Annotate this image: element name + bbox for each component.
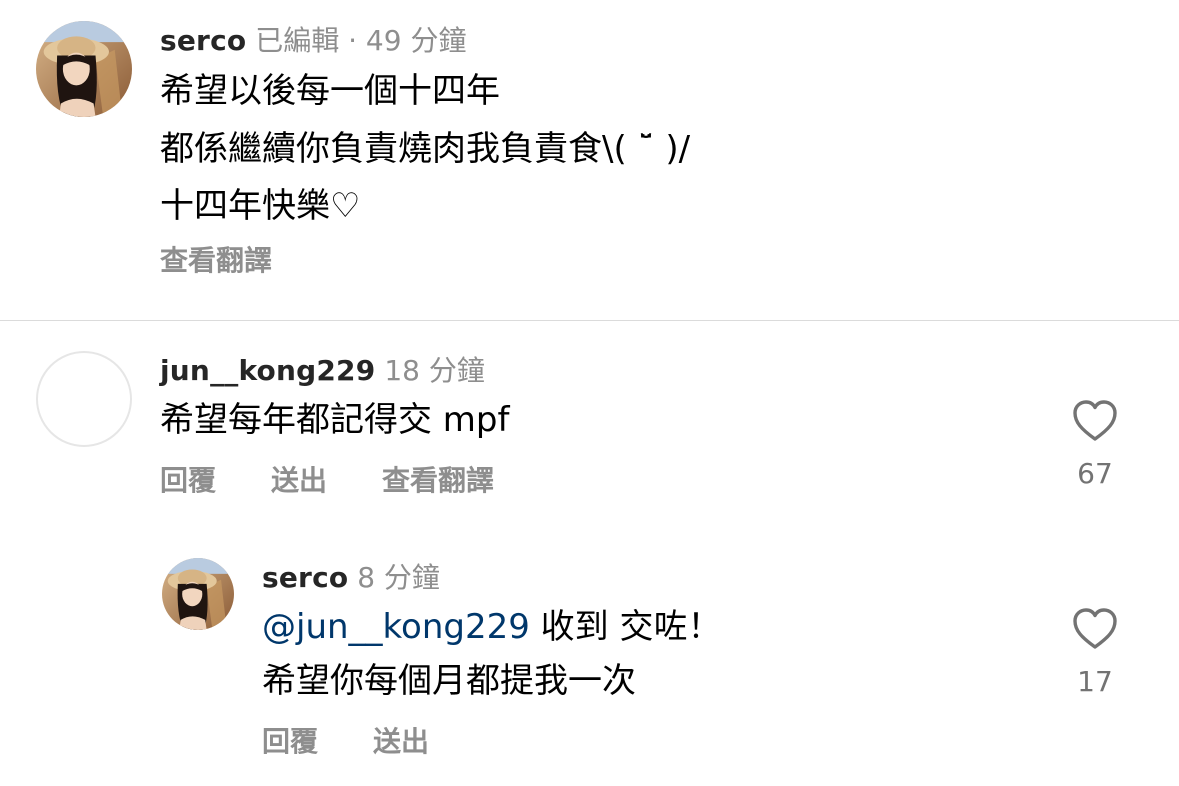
reply-username[interactable]: serco — [262, 561, 348, 594]
see-translation-button[interactable]: 查看翻譯 — [160, 244, 272, 278]
comment-username[interactable]: serco — [160, 24, 246, 57]
like-button[interactable] — [1069, 397, 1121, 445]
send-button[interactable]: 送出 — [373, 725, 429, 759]
comment-meta: 18 分鐘 — [384, 354, 485, 387]
avatar-jun-kong229[interactable] — [36, 351, 132, 447]
comment-text-line: 都係繼續你負責燒肉我負責食\( ˘̈ )/ — [160, 129, 691, 169]
see-translation-button[interactable]: 查看翻譯 — [382, 464, 494, 498]
avatar-photo — [162, 558, 234, 630]
comment-header: jun__kong229 18 分鐘 — [160, 354, 485, 388]
mention-link[interactable]: @jun__kong229 — [262, 607, 530, 647]
comment-header: serco 已編輯 · 49 分鐘 — [160, 24, 466, 58]
avatar-serco[interactable] — [162, 558, 234, 630]
heart-outline-icon — [1073, 608, 1117, 649]
section-divider — [0, 320, 1179, 321]
reply-text: 收到 交咗！ — [529, 607, 722, 647]
comment-username[interactable]: jun__kong229 — [160, 354, 375, 387]
comment-text-line: 十四年快樂♡ — [160, 186, 361, 226]
heart-outline-icon — [1073, 400, 1117, 441]
avatar-photo — [36, 21, 132, 117]
like-count: 17 — [1077, 665, 1113, 698]
like-button[interactable] — [1069, 605, 1121, 653]
comment-text-line: 希望以後每一個十四年 — [160, 71, 500, 111]
like-count: 67 — [1077, 457, 1113, 490]
reply-button[interactable]: 回覆 — [160, 464, 216, 498]
comment-meta: 已編輯 · 49 分鐘 — [255, 24, 467, 57]
reply-meta: 8 分鐘 — [357, 561, 440, 594]
avatar-serco[interactable] — [36, 21, 132, 117]
reply-header: serco 8 分鐘 — [262, 561, 440, 595]
reply-text-line: @jun__kong229 收到 交咗！ — [262, 607, 721, 647]
send-button[interactable]: 送出 — [271, 464, 327, 498]
comment-text: 希望每年都記得交 mpf — [160, 400, 510, 440]
reply-button[interactable]: 回覆 — [262, 725, 318, 759]
reply-text-line: 希望你每個月都提我一次 — [262, 661, 636, 701]
